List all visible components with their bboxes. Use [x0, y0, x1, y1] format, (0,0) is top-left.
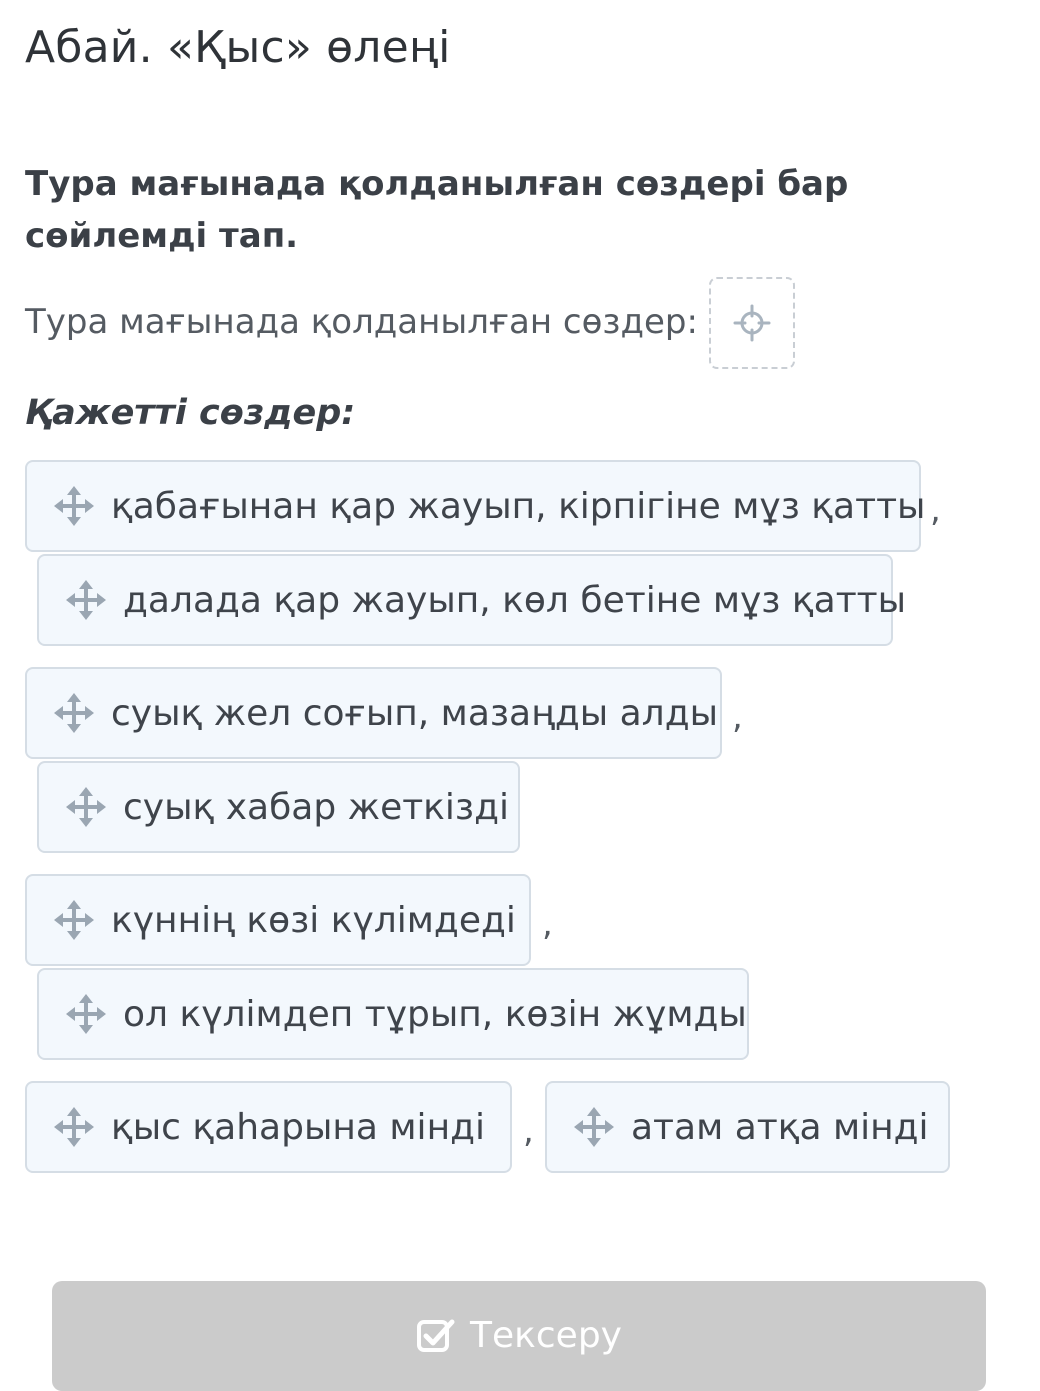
separator-comma: ,: [930, 490, 941, 530]
move-arrows-icon: [66, 787, 106, 827]
option-label: атам атқа мінді: [631, 1106, 929, 1148]
option-label: ол күлімдеп тұрып, көзін жұмды: [123, 993, 747, 1035]
move-arrows-icon: [54, 1107, 94, 1147]
drop-prompt: Тура мағынада қолданылған сөздер:: [25, 302, 698, 342]
option-label: қабағынан қар жауып, кірпігіне мұз қатты: [111, 485, 926, 527]
move-arrows-icon: [66, 994, 106, 1034]
separator-comma: ,: [523, 1111, 534, 1151]
option-label: суық жел соғып, мазаңды алды: [111, 692, 719, 734]
option-chip[interactable]: қыс қаһарына мінді: [25, 1081, 512, 1173]
option-label: суық хабар жеткізді: [123, 786, 509, 828]
option-label: далада қар жауып, көл бетіне мұз қатты: [123, 579, 907, 621]
option-label: күннің көзі күлімдеді: [111, 899, 516, 941]
crosshair-target-icon: [733, 304, 771, 342]
option-chip[interactable]: суық жел соғып, мазаңды алды: [25, 667, 722, 759]
separator-comma: ,: [542, 904, 553, 944]
option-chip[interactable]: атам атқа мінді: [545, 1081, 950, 1173]
required-words-label: Қажетті сөздер:: [25, 393, 356, 433]
option-chip[interactable]: күннің көзі күлімдеді: [25, 874, 531, 966]
checkbox-check-icon: [417, 1319, 455, 1352]
question-text: Тура мағынада қолданылған сөздері бар сө…: [25, 164, 849, 256]
option-chip[interactable]: далада қар жауып, көл бетіне мұз қатты: [37, 554, 906, 646]
answer-drop-zone[interactable]: [709, 277, 795, 369]
move-arrows-icon: [66, 580, 106, 620]
move-arrows-icon: [574, 1107, 614, 1147]
move-arrows-icon: [54, 693, 94, 733]
check-button[interactable]: Тексеру: [52, 1281, 986, 1391]
option-label: қыс қаһарына мінді: [111, 1106, 485, 1148]
check-button-label: Тексеру: [470, 1315, 622, 1356]
option-chip[interactable]: ол күлімдеп тұрып, көзін жұмды: [37, 968, 749, 1060]
separator-comma: ,: [732, 697, 743, 737]
move-arrows-icon: [54, 900, 94, 940]
move-arrows-icon: [54, 486, 94, 526]
option-chip[interactable]: қабағынан қар жауып, кірпігіне мұз қатты: [25, 460, 925, 552]
page-title: Абай. «Қыс» өлеңі: [25, 22, 451, 73]
option-chip[interactable]: суық хабар жеткізді: [37, 761, 520, 853]
